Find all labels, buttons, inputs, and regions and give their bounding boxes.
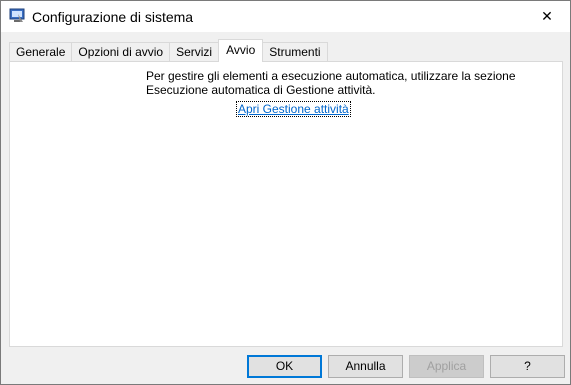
tab-generale[interactable]: Generale <box>9 42 73 62</box>
startup-panel: Per gestire gli elementi a esecuzione au… <box>9 61 563 347</box>
title-bar: Configurazione di sistema ✕ <box>1 1 570 32</box>
msconfig-window: Configurazione di sistema ✕ Generale Opz… <box>0 0 571 385</box>
cancel-button[interactable]: Annulla <box>328 355 403 378</box>
ok-button[interactable]: OK <box>247 355 322 378</box>
tab-strumenti[interactable]: Strumenti <box>262 42 328 62</box>
help-button[interactable]: ? <box>490 355 565 378</box>
startup-message-line1: Per gestire gli elementi a esecuzione au… <box>146 69 516 83</box>
close-icon: ✕ <box>541 8 553 24</box>
window-title: Configurazione di sistema <box>32 9 194 25</box>
tab-servizi[interactable]: Servizi <box>169 42 220 62</box>
apply-button[interactable]: Applica <box>409 355 484 378</box>
open-task-manager-link[interactable]: Apri Gestione attività <box>236 101 351 117</box>
tab-strip: Generale Opzioni di avvio Servizi Avvio … <box>9 39 328 62</box>
startup-message: Per gestire gli elementi a esecuzione au… <box>146 69 526 97</box>
tab-opzioni-di-avvio[interactable]: Opzioni di avvio <box>71 42 171 62</box>
tab-avvio[interactable]: Avvio <box>218 39 264 62</box>
close-button[interactable]: ✕ <box>524 1 570 32</box>
msconfig-icon <box>9 8 25 24</box>
startup-message-line2: Esecuzione automatica di Gestione attivi… <box>146 83 376 97</box>
